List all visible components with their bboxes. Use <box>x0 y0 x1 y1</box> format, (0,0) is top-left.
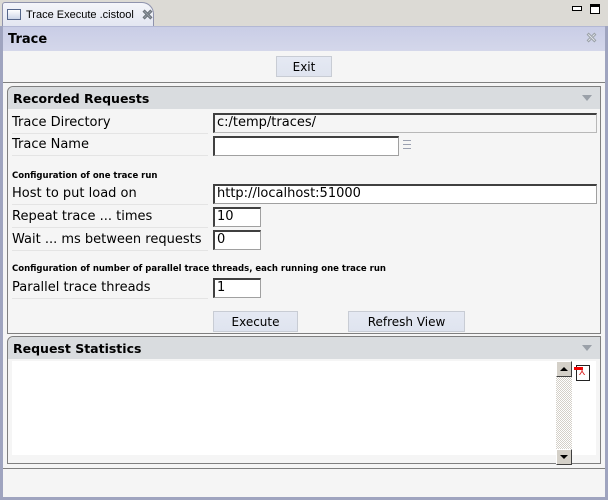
trace-name-row: Trace Name <box>8 134 600 156</box>
row-separator <box>12 155 208 156</box>
repeat-row: Repeat trace ... times 10 <box>8 206 600 228</box>
form-header: Trace <box>3 26 605 51</box>
trace-name-menu-icon[interactable] <box>403 140 411 150</box>
repeat-label: Repeat trace ... times <box>12 209 153 224</box>
close-form-icon[interactable] <box>586 32 597 43</box>
wait-label: Wait ... ms between requests <box>12 232 202 247</box>
host-label: Host to put load on <box>12 186 137 201</box>
editor-tab-label: Trace Execute .cistool <box>26 8 134 21</box>
pdf-export-icon[interactable] <box>574 365 590 381</box>
trace-name-input[interactable] <box>213 136 399 156</box>
request-statistics-title: Request Statistics <box>13 340 142 356</box>
recorded-requests-section: Recorded Requests Trace Directory c:/tem… <box>7 86 601 334</box>
collapse-icon[interactable] <box>582 95 592 101</box>
editor-tab-bar: Trace Execute .cistool <box>0 0 608 26</box>
statistics-text-area[interactable] <box>12 361 596 455</box>
row-separator <box>12 298 208 299</box>
threads-input[interactable]: 1 <box>213 278 261 298</box>
parallel-heading: Configuration of number of parallel trac… <box>12 264 386 274</box>
one-run-heading: Configuration of one trace run <box>12 171 158 181</box>
vertical-scrollbar[interactable] <box>556 361 572 465</box>
threads-label: Parallel trace threads <box>12 280 151 295</box>
trace-name-label: Trace Name <box>12 137 89 152</box>
form-title: Trace <box>8 31 48 47</box>
recorded-requests-title: Recorded Requests <box>13 90 150 106</box>
exit-button[interactable]: Exit <box>276 56 332 77</box>
scroll-down-button[interactable] <box>556 449 572 465</box>
row-separator <box>12 204 208 205</box>
arrow-down-icon <box>560 455 568 459</box>
host-input[interactable]: http://localhost:51000 <box>213 184 597 204</box>
wait-row: Wait ... ms between requests 0 <box>8 229 600 251</box>
repeat-input[interactable]: 10 <box>213 207 261 227</box>
divider <box>3 468 605 469</box>
recorded-requests-header[interactable]: Recorded Requests <box>8 87 600 109</box>
request-statistics-header[interactable]: Request Statistics <box>8 337 600 359</box>
row-separator <box>12 227 208 228</box>
divider <box>3 82 605 83</box>
window-controls <box>572 4 600 14</box>
trace-directory-row: Trace Directory c:/temp/traces/ <box>8 112 600 134</box>
wait-input[interactable]: 0 <box>213 230 261 250</box>
host-row: Host to put load on http://localhost:510… <box>8 183 600 205</box>
maximize-icon[interactable] <box>590 4 600 14</box>
row-separator <box>12 250 208 251</box>
close-tab-icon[interactable] <box>142 9 153 20</box>
arrow-up-icon <box>560 367 568 371</box>
trace-directory-label: Trace Directory <box>12 115 111 130</box>
editor-tab[interactable]: Trace Execute .cistool <box>2 2 154 26</box>
editor-window-icon <box>7 9 21 20</box>
execute-button[interactable]: Execute <box>213 311 298 332</box>
collapse-icon[interactable] <box>582 345 592 351</box>
scroll-up-button[interactable] <box>556 361 572 377</box>
minimize-icon[interactable] <box>572 6 582 11</box>
trace-directory-field[interactable]: c:/temp/traces/ <box>213 113 597 133</box>
request-statistics-section: Request Statistics <box>7 336 601 465</box>
threads-row: Parallel trace threads 1 <box>8 277 600 299</box>
refresh-view-button[interactable]: Refresh View <box>348 311 465 332</box>
editor-frame: Trace Exit Recorded Requests Trace Direc… <box>0 26 608 500</box>
